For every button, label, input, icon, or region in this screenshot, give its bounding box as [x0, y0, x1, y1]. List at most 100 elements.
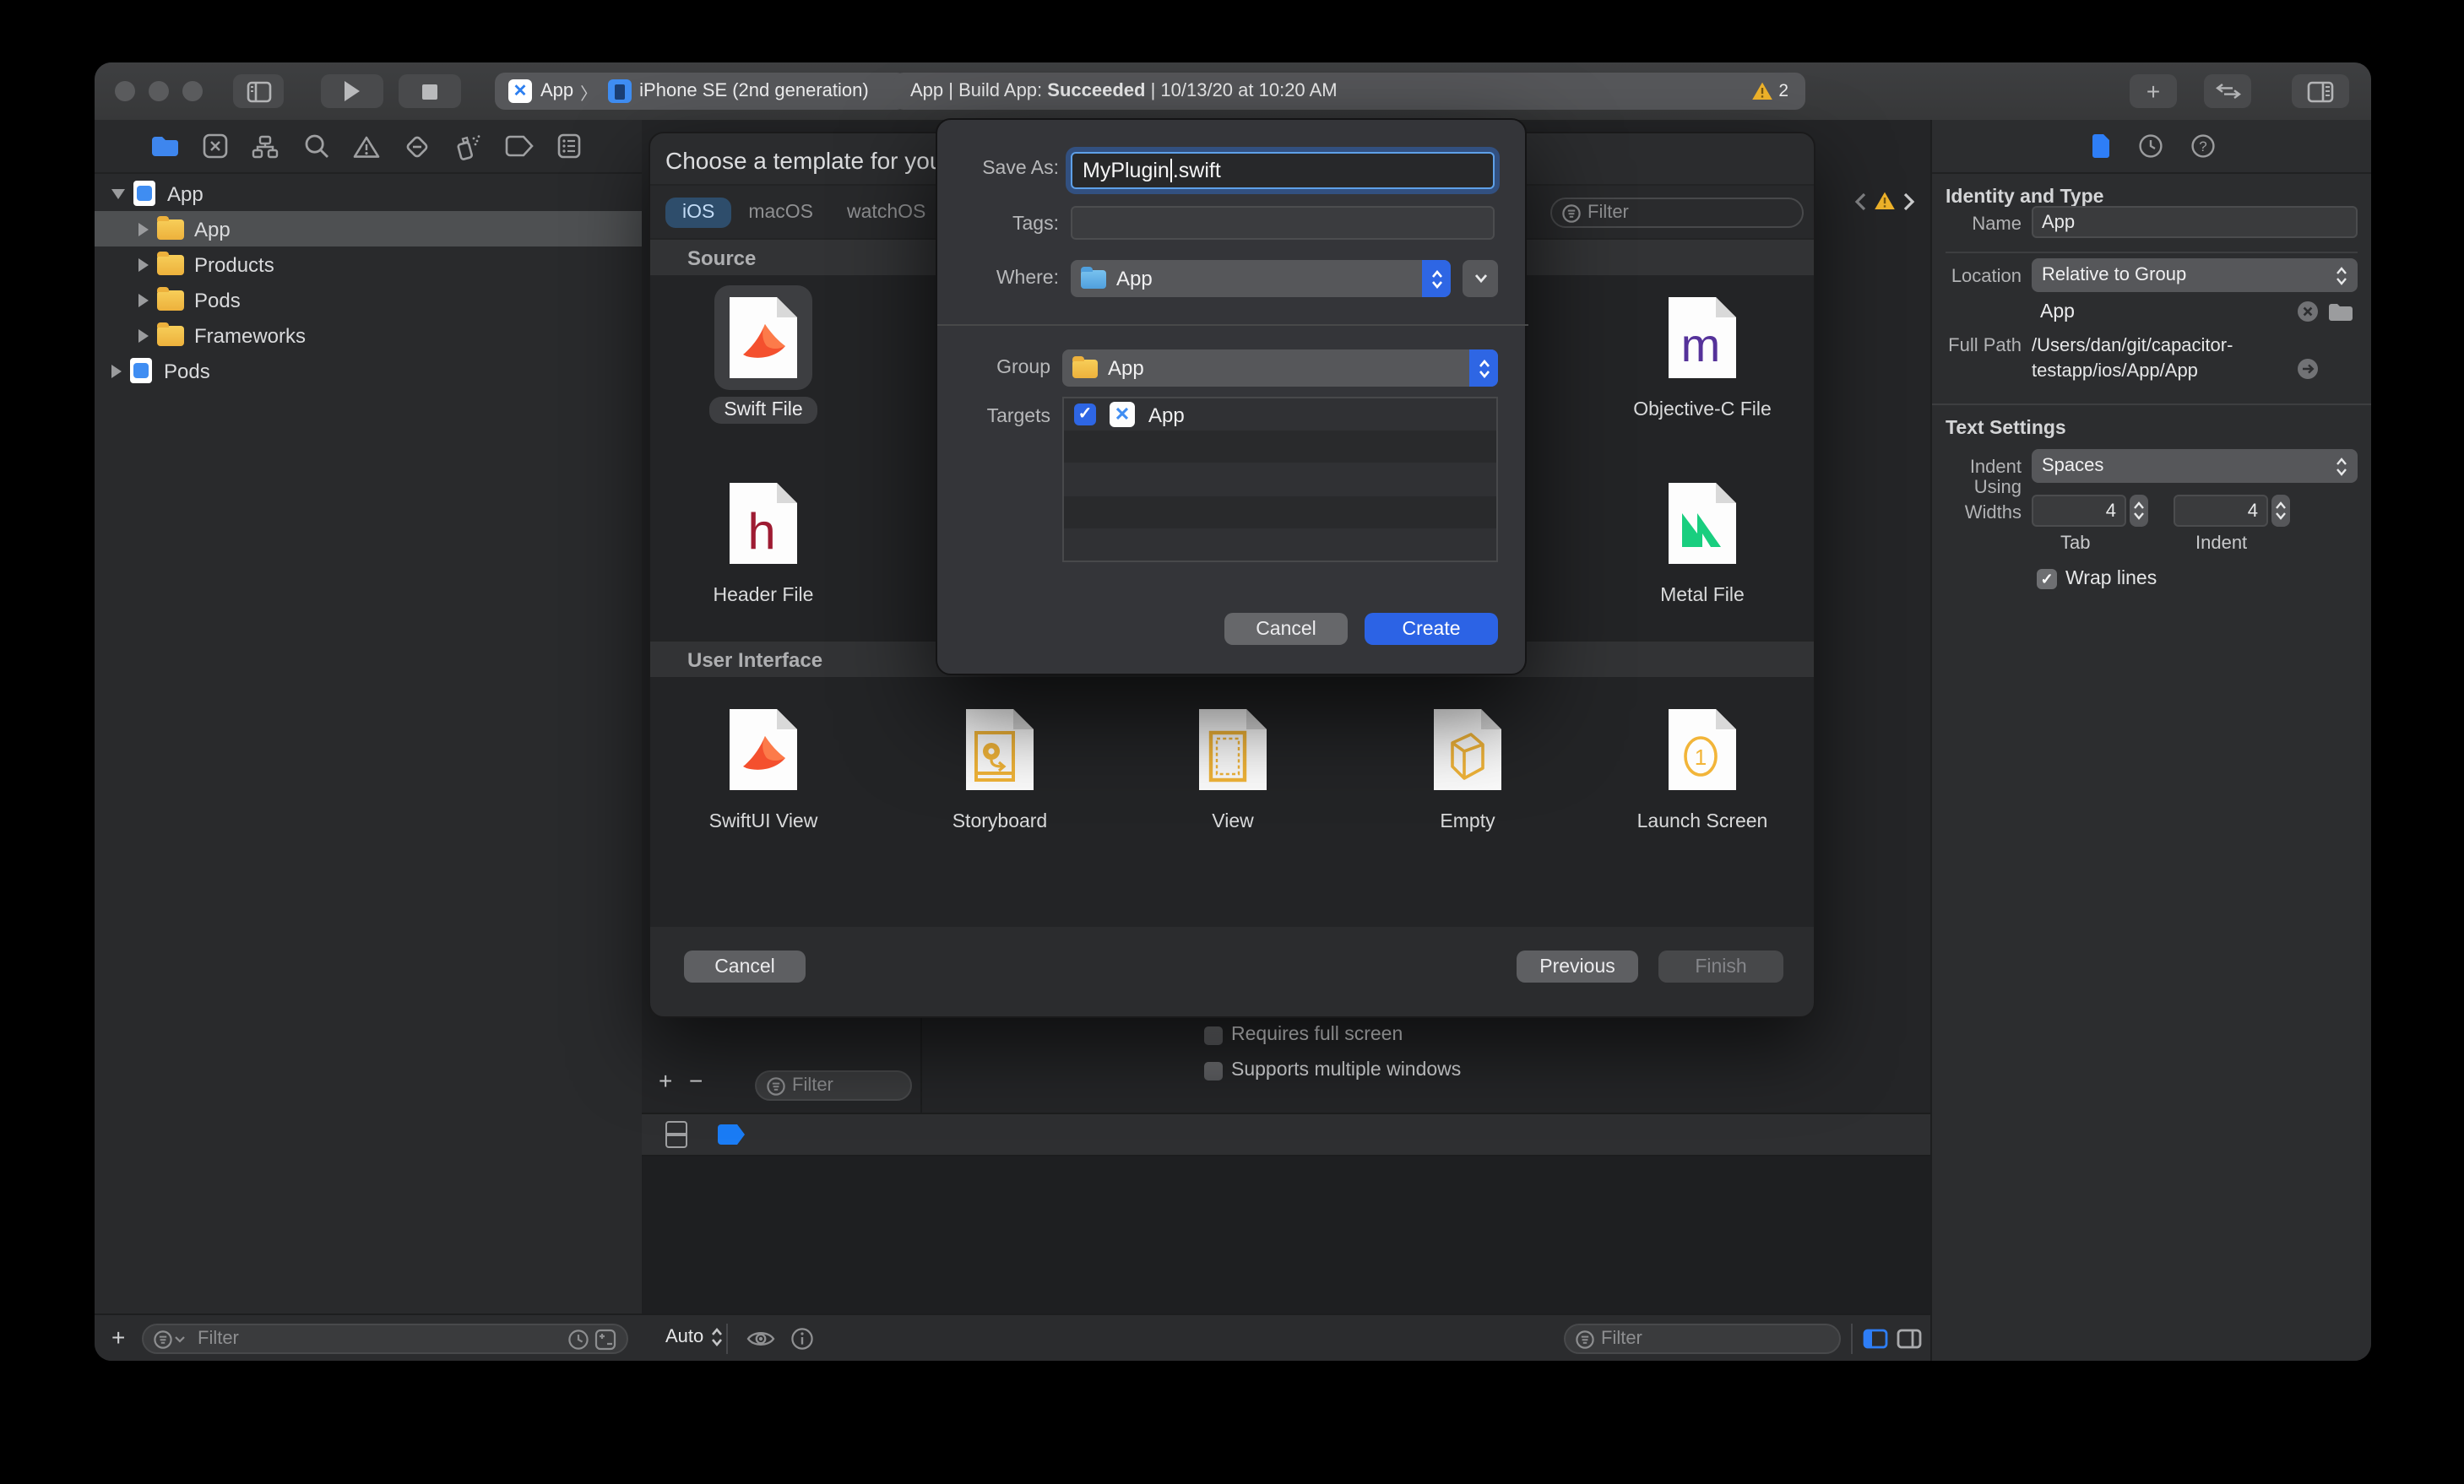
swap-editor-button[interactable]: [2204, 74, 2251, 108]
indent-using-popup[interactable]: Spaces: [2032, 449, 2358, 483]
tree-item-app-project[interactable]: App: [95, 176, 659, 211]
dialog-create-button[interactable]: Create: [1365, 613, 1498, 645]
multiwindow-checkbox-row[interactable]: Supports multiple windows: [1204, 1060, 1461, 1081]
tab-width-stepper[interactable]: [2130, 495, 2148, 527]
template-swiftui-view[interactable]: SwiftUI View: [670, 697, 856, 836]
info-icon[interactable]: [790, 1327, 814, 1351]
close-window-button[interactable]: [115, 81, 135, 101]
full-path-line1: /Users/dan/git/capacitor-: [2032, 336, 2233, 356]
tab-caption: Tab: [2060, 533, 2091, 554]
expand-dialog-button[interactable]: [1463, 260, 1498, 297]
tree-item-products[interactable]: Products: [95, 246, 686, 282]
test-navigator-tab[interactable]: [392, 133, 442, 160]
template-objc-file[interactable]: m Objective-C File: [1609, 285, 1795, 424]
indent-width-field[interactable]: 4: [2174, 495, 2268, 527]
template-swift-file[interactable]: Swift File: [670, 285, 856, 424]
add-item-button[interactable]: +: [111, 1324, 125, 1351]
template-view[interactable]: View: [1140, 697, 1326, 836]
auto-popup[interactable]: Auto: [665, 1327, 722, 1347]
requires-full-screen-checkbox[interactable]: [1204, 1026, 1223, 1044]
breakpoint-flag-icon[interactable]: [718, 1124, 745, 1145]
sheet-previous-button[interactable]: Previous: [1517, 951, 1638, 983]
template-storyboard[interactable]: Storyboard: [907, 697, 1093, 836]
group-popup[interactable]: App: [1062, 349, 1498, 387]
stop-button[interactable]: [399, 74, 461, 108]
add-editor-button[interactable]: +: [2130, 74, 2177, 108]
tree-item-pods-group[interactable]: Pods: [95, 282, 686, 317]
choose-folder-icon[interactable]: [2327, 302, 2354, 322]
scm-status-icon[interactable]: [594, 1328, 616, 1350]
sheet-cancel-button[interactable]: Cancel: [684, 951, 806, 983]
disclosure-open-icon[interactable]: [111, 188, 125, 198]
disclosure-closed-icon[interactable]: [138, 293, 149, 306]
toggle-navigator-button[interactable]: [233, 74, 284, 108]
toggle-inspectors-button[interactable]: [2292, 74, 2349, 108]
wrap-lines-checkbox[interactable]: ✓: [2037, 569, 2057, 589]
panel-divider: [920, 1018, 922, 1113]
tree-item-app-group[interactable]: App: [95, 211, 686, 246]
indent-width-stepper[interactable]: [2271, 495, 2290, 527]
chevron-left-icon[interactable]: [1854, 192, 1866, 210]
recent-files-icon[interactable]: [567, 1328, 589, 1350]
dialog-cancel-button[interactable]: Cancel: [1224, 613, 1348, 645]
help-inspector-tab[interactable]: ?: [2190, 133, 2215, 159]
scheme-selector[interactable]: ✕ App 〉 iPhone SE (2nd generation): [495, 73, 907, 110]
search-icon: [304, 134, 328, 158]
device-icon[interactable]: [665, 1121, 687, 1148]
chevron-right-icon[interactable]: [1903, 192, 1915, 210]
find-navigator-tab[interactable]: [290, 133, 341, 159]
tab-watchos[interactable]: watchOS: [830, 198, 942, 228]
fullscreen-checkbox-row[interactable]: Requires full screen: [1204, 1025, 1403, 1045]
wrap-lines-row[interactable]: ✓ Wrap lines: [2037, 569, 2157, 589]
issue-navigator-tab[interactable]: [341, 134, 392, 158]
add-button[interactable]: +: [659, 1067, 672, 1094]
right-panel-toggle-icon[interactable]: [1897, 1329, 1922, 1349]
activity-status[interactable]: App | Build App: Succeeded | 10/13/20 at…: [893, 73, 1805, 110]
report-navigator-tab[interactable]: [544, 133, 594, 159]
project-navigator-tab[interactable]: [138, 135, 189, 157]
tab-width-field[interactable]: 4: [2032, 495, 2126, 527]
warning-icon[interactable]: [1873, 191, 1897, 211]
template-launch-screen[interactable]: 1 Launch Screen: [1609, 697, 1795, 836]
disclosure-closed-icon[interactable]: [138, 257, 149, 271]
open-path-arrow-icon[interactable]: [2297, 358, 2319, 380]
debug-navigator-tab[interactable]: [442, 133, 493, 160]
disclosure-closed-icon[interactable]: [138, 222, 149, 236]
template-empty[interactable]: Empty: [1375, 697, 1560, 836]
editor-filter-field[interactable]: Filter: [755, 1070, 912, 1101]
target-row-app[interactable]: ✓ ✕ App: [1064, 398, 1496, 431]
tab-ios[interactable]: iOS: [665, 198, 732, 228]
folder-icon: [151, 137, 177, 156]
disclosure-closed-icon[interactable]: [138, 328, 149, 342]
tree-item-frameworks[interactable]: Frameworks: [95, 317, 686, 353]
supports-multiple-windows-checkbox[interactable]: [1204, 1061, 1223, 1080]
tree-item-pods-project[interactable]: Pods: [95, 353, 659, 388]
left-panel-toggle-icon[interactable]: [1863, 1329, 1888, 1349]
project-file-icon: [130, 358, 152, 383]
remove-button[interactable]: −: [689, 1067, 703, 1094]
run-button[interactable]: [321, 74, 383, 108]
template-header-file[interactable]: h Header File: [670, 471, 856, 609]
location-popup[interactable]: Relative to Group: [2032, 258, 2358, 292]
history-inspector-tab[interactable]: [2137, 133, 2163, 159]
symbol-navigator-tab[interactable]: [240, 134, 290, 158]
breakpoint-navigator-tab[interactable]: [493, 135, 544, 157]
where-popup[interactable]: App: [1071, 260, 1451, 297]
tab-macos[interactable]: macOS: [731, 198, 830, 228]
template-metal-file[interactable]: Metal File: [1609, 471, 1795, 609]
bottom-filter-field[interactable]: Filter: [1564, 1324, 1841, 1354]
template-filter-field[interactable]: Filter: [1550, 198, 1804, 228]
file-inspector-tab[interactable]: [2090, 133, 2110, 159]
eye-icon[interactable]: [746, 1329, 775, 1349]
zoom-window-button[interactable]: [182, 81, 203, 101]
name-field[interactable]: App: [2032, 206, 2358, 238]
disclosure-closed-icon[interactable]: [111, 364, 122, 377]
target-checkbox[interactable]: ✓: [1074, 403, 1096, 426]
navigator-filter-field[interactable]: Filter: [142, 1324, 628, 1354]
minimize-window-button[interactable]: [149, 81, 169, 101]
sheet-finish-button[interactable]: Finish: [1658, 951, 1783, 983]
save-as-field[interactable]: MyPlugin .swift: [1071, 152, 1495, 189]
tags-field[interactable]: [1071, 206, 1495, 240]
clear-location-icon[interactable]: [2297, 301, 2319, 322]
source-control-tab[interactable]: [189, 133, 240, 159]
